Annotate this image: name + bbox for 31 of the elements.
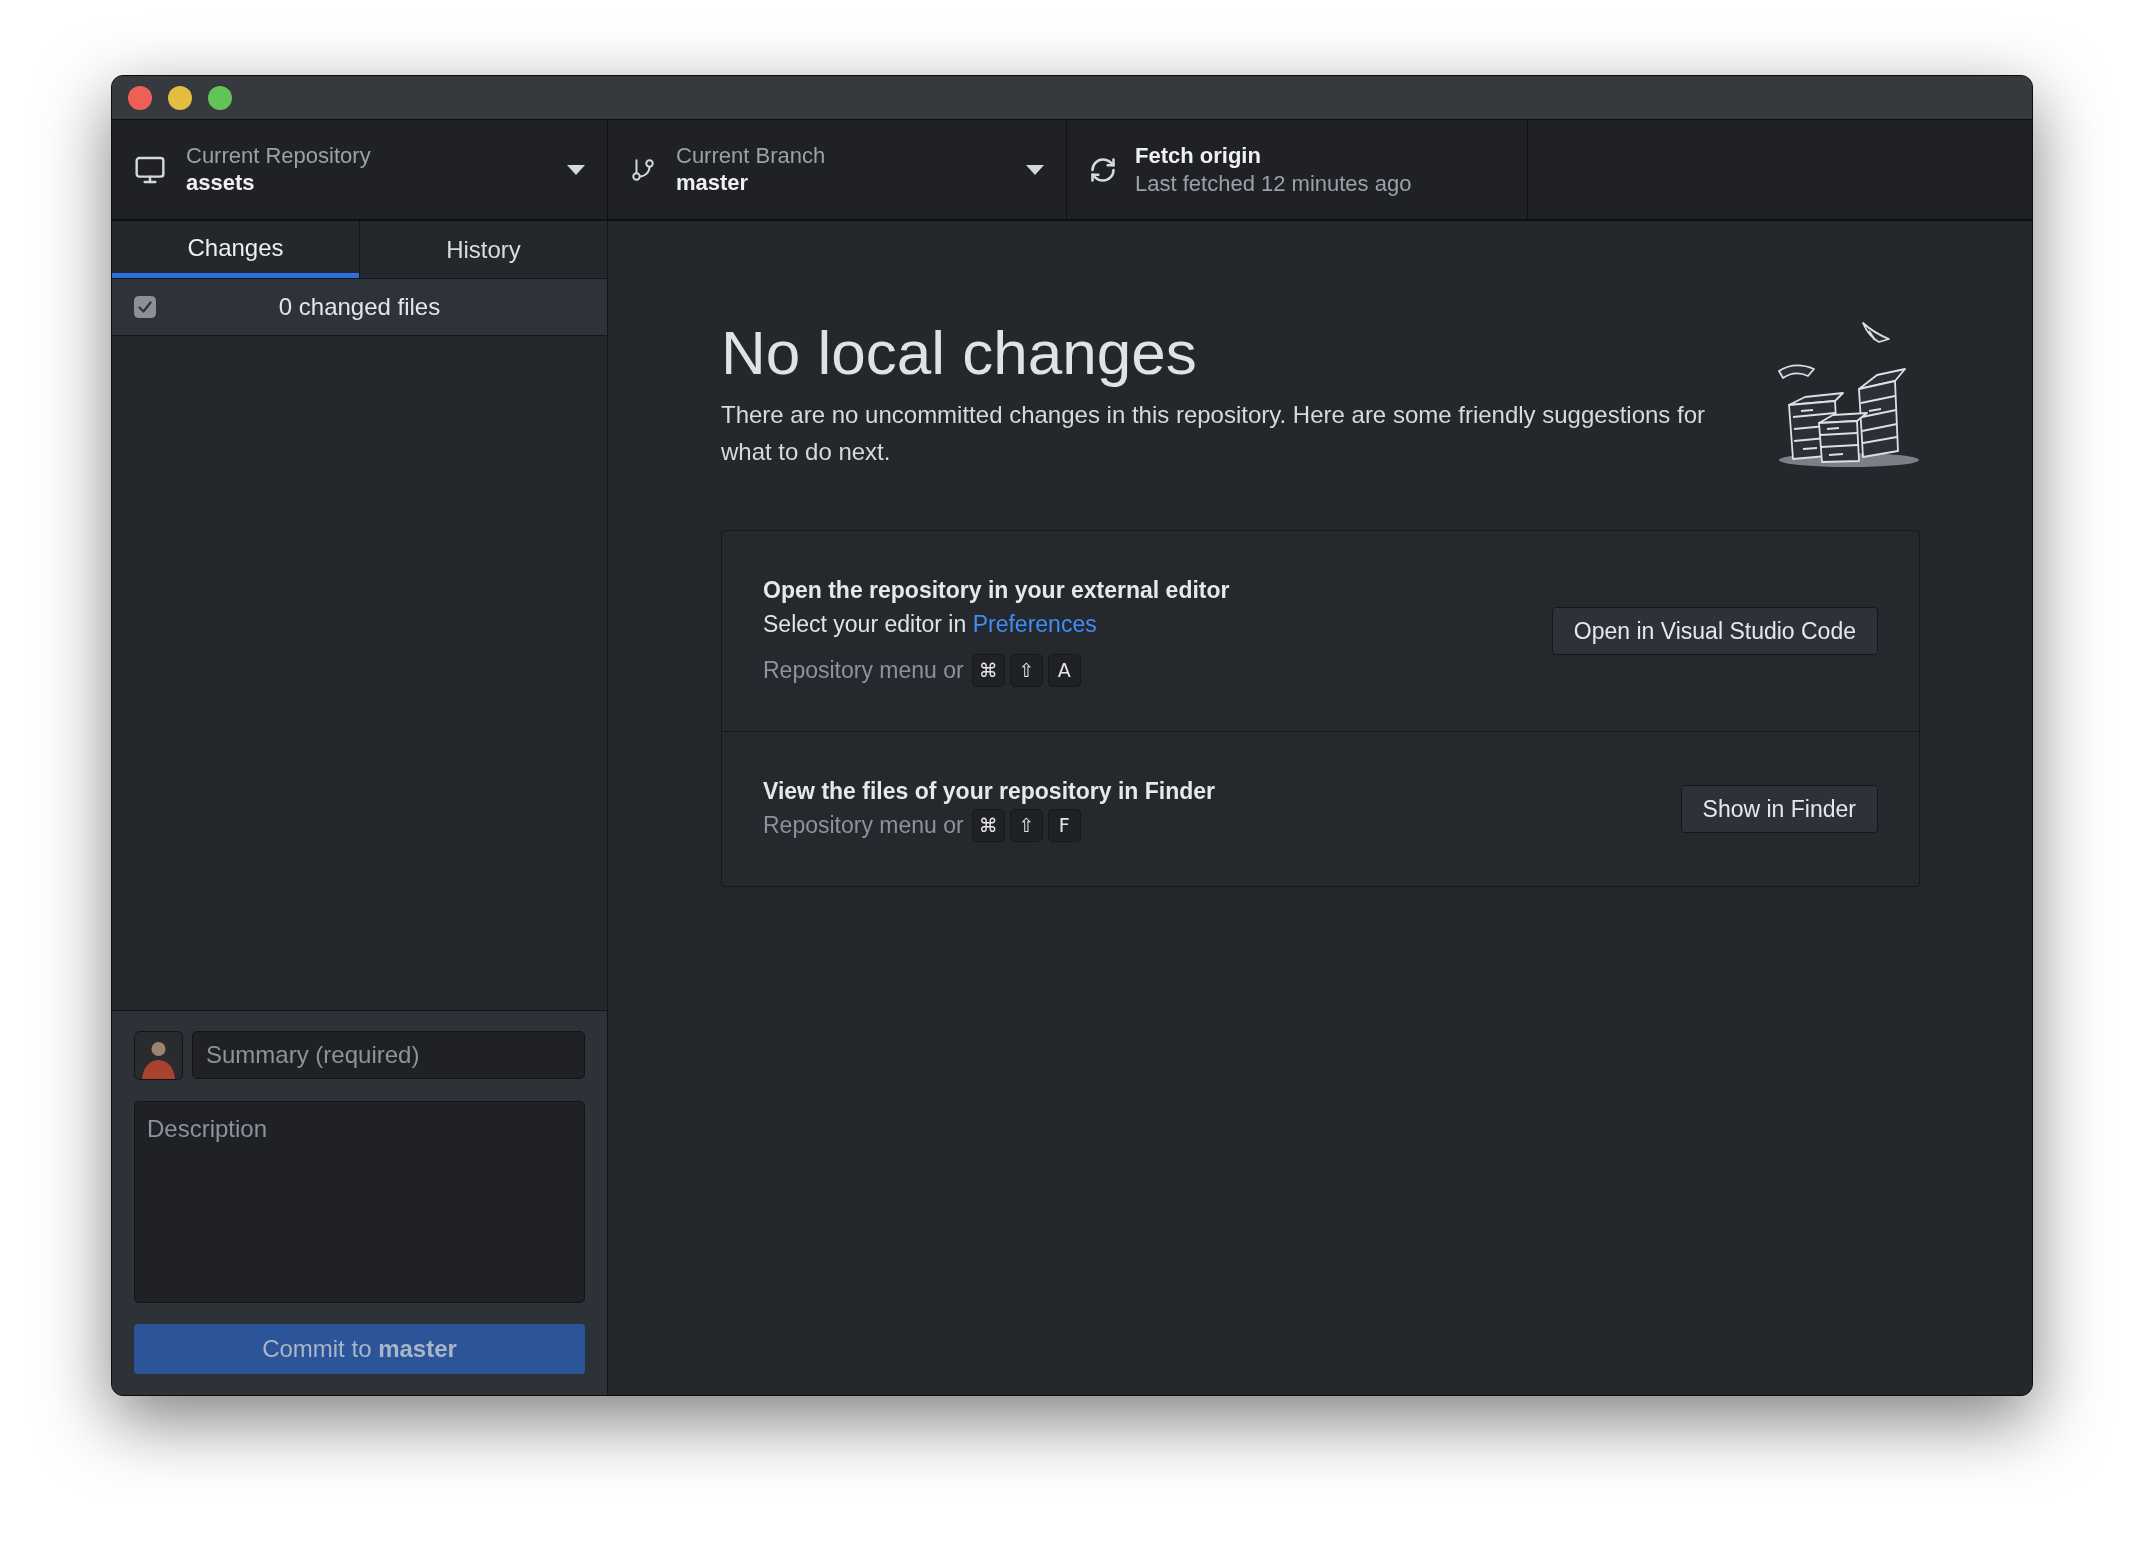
suggestion-title: Open the repository in your external editor <box>763 576 1230 605</box>
fetch-origin-button[interactable]: Fetch origin Last fetched 12 minutes ago <box>1067 120 1528 219</box>
suggestion-description: Select your editor in Preferences <box>763 610 1098 639</box>
keyboard-key: ⇧ <box>1009 653 1043 687</box>
shortcut-hint: Repository menu or <box>763 655 964 685</box>
branch-icon <box>630 156 656 183</box>
changed-files-count: 0 changed files <box>278 292 441 322</box>
caret-down-icon <box>567 164 585 175</box>
keyboard-key: ⌘ <box>971 653 1005 687</box>
keyboard-key: ⌘ <box>971 808 1005 842</box>
suggestion-title: View the files of your repository in Finder <box>763 777 1215 806</box>
minimize-button[interactable] <box>168 85 192 110</box>
avatar-silhouette-icon <box>134 1031 183 1080</box>
refresh-icon <box>1089 155 1117 184</box>
maximize-button[interactable] <box>208 85 232 110</box>
close-button[interactable] <box>128 85 152 110</box>
summary-field[interactable]: Summary (required) <box>192 1031 585 1079</box>
caret-down-icon <box>1026 164 1044 175</box>
keyboard-key: F <box>1047 808 1081 842</box>
description-field[interactable]: Description <box>134 1101 585 1303</box>
branch-selector[interactable]: Current Branch master <box>608 120 1067 219</box>
suggestion-action-button[interactable]: Show in Finder <box>1680 785 1878 833</box>
preferences-link[interactable]: Preferences <box>972 611 1097 637</box>
keyboard-key: A <box>1047 653 1081 687</box>
shortcut-hint: Repository menu or <box>763 810 964 840</box>
suggestion-action-button[interactable]: Open in Visual Studio Code <box>1551 607 1878 655</box>
keyboard-key: ⇧ <box>1009 808 1043 842</box>
intro-message: There are no uncommitted changes in this repository. Here are some friendly suggestions for what to do next. <box>721 400 1707 467</box>
page-title: No local changes <box>721 317 1198 389</box>
repository-selector[interactable]: Current Repository assets <box>112 120 608 219</box>
select-all-checkbox[interactable] <box>134 296 156 318</box>
